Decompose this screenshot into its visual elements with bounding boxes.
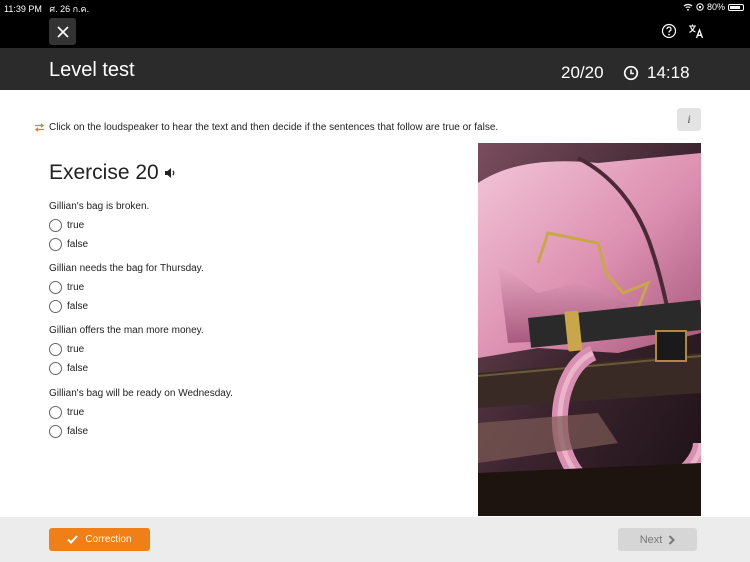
option-false[interactable]: false <box>49 297 204 316</box>
correction-button[interactable]: Correction <box>49 528 150 551</box>
wifi-icon <box>683 3 693 11</box>
question-text: Gillian needs the bag for Thursday. <box>49 263 204 274</box>
next-label: Next <box>639 533 663 546</box>
battery-icon <box>728 3 744 11</box>
status-time: 11:39 PM <box>4 4 42 14</box>
page-header: Level test 20/20 14:18 <box>0 48 750 90</box>
option-true[interactable]: true <box>49 278 204 297</box>
status-bar: 11:39 PM ศ. 26 ก.ค. 80% <box>0 0 750 14</box>
option-label: false <box>67 363 89 374</box>
chevron-right-icon <box>669 534 676 545</box>
close-button[interactable] <box>49 18 76 45</box>
info-icon: i <box>687 112 691 126</box>
option-true[interactable]: true <box>49 403 233 422</box>
correction-label: Correction <box>85 534 132 545</box>
help-icon[interactable] <box>661 23 677 39</box>
speaker-icon[interactable] <box>164 167 177 179</box>
orientation-lock-icon <box>696 3 704 11</box>
option-false[interactable]: false <box>49 359 204 378</box>
option-true[interactable]: true <box>49 216 149 235</box>
question-counter: 20/20 <box>561 63 604 82</box>
option-label: false <box>67 239 89 250</box>
option-false[interactable]: false <box>49 422 233 441</box>
close-icon <box>56 25 69 38</box>
check-icon <box>67 535 79 544</box>
exercise-title-text: Exercise 20 <box>49 161 159 184</box>
status-date: ศ. 26 ก.ค. <box>49 4 90 14</box>
top-bar <box>0 14 750 48</box>
radio-button[interactable] <box>49 362 62 375</box>
question-text: Gillian offers the man more money. <box>49 325 204 336</box>
timer: 14:18 <box>647 63 690 82</box>
radio-button[interactable] <box>49 343 62 356</box>
instructions-text: Click on the loudspeaker to hear the tex… <box>49 122 499 133</box>
question-text: Gillian's bag is broken. <box>49 201 150 212</box>
handbag-photo <box>478 143 701 516</box>
handbag-illustration <box>478 143 701 516</box>
question-1: Gillian's bag is broken. true false <box>49 201 149 254</box>
option-label: false <box>67 426 89 437</box>
radio-button[interactable] <box>49 406 62 419</box>
option-label: true <box>67 220 85 231</box>
battery-level <box>730 5 740 9</box>
exercise-title: Exercise 20 <box>49 161 177 185</box>
option-label: true <box>67 282 85 293</box>
battery-percent: 80% <box>706 2 725 12</box>
radio-button[interactable] <box>49 425 62 438</box>
question-text: Gillian's bag will be ready on Wednesday… <box>49 388 233 399</box>
page-title: Level test <box>49 59 135 81</box>
instructions: Click on the loudspeaker to hear the tex… <box>34 122 498 133</box>
swap-icon <box>34 123 45 132</box>
option-label: true <box>67 344 85 355</box>
question-4: Gillian's bag will be ready on Wednesday… <box>49 388 233 441</box>
question-3: Gillian offers the man more money. true … <box>49 325 204 378</box>
info-button[interactable]: i <box>677 108 701 131</box>
option-label: false <box>67 301 89 312</box>
timer-icon <box>623 65 639 81</box>
question-2: Gillian needs the bag for Thursday. true… <box>49 263 204 316</box>
option-label: true <box>67 407 85 418</box>
radio-button[interactable] <box>49 219 62 232</box>
option-false[interactable]: false <box>49 235 149 254</box>
radio-button[interactable] <box>49 300 62 313</box>
next-button[interactable]: Next <box>618 528 697 551</box>
radio-button[interactable] <box>49 281 62 294</box>
option-true[interactable]: true <box>49 340 204 359</box>
footer: Correction Next <box>0 517 750 562</box>
radio-button[interactable] <box>49 238 62 251</box>
translate-icon[interactable] <box>688 23 704 39</box>
